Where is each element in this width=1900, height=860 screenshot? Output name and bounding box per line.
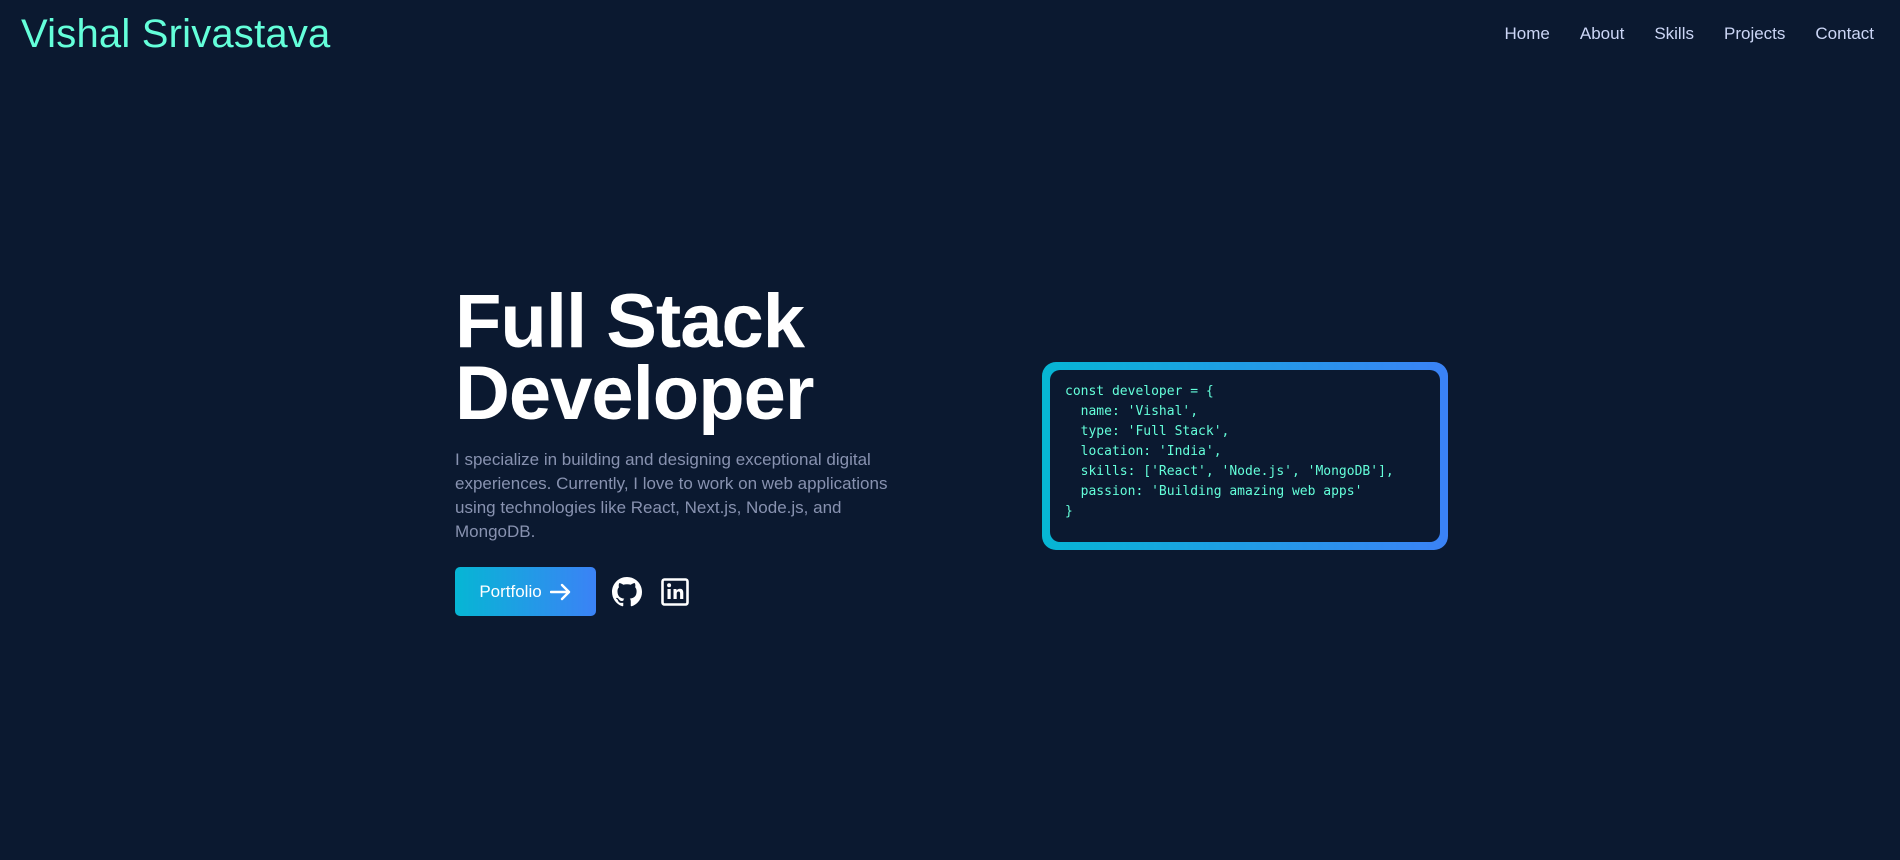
- hero-section: Full Stack Developer I specialize in bui…: [455, 279, 925, 544]
- linkedin-icon: [661, 577, 689, 606]
- code-block: const developer = { name: 'Vishal', type…: [1050, 370, 1440, 542]
- hero-title-line-1: Full Stack: [455, 279, 805, 364]
- linkedin-link[interactable]: [658, 575, 692, 609]
- nav-about[interactable]: About: [1580, 24, 1624, 44]
- code-line: name: 'Vishal',: [1065, 404, 1199, 419]
- main-nav: Home About Skills Projects Contact: [1475, 24, 1874, 44]
- portfolio-button-label: Portfolio: [479, 581, 542, 601]
- code-line: passion: 'Building amazing web apps': [1065, 484, 1363, 499]
- hero-description: I specialize in building and designing e…: [455, 450, 888, 541]
- nav-contact[interactable]: Contact: [1815, 24, 1874, 44]
- code-line: type: 'Full Stack',: [1065, 424, 1230, 439]
- code-line: skills: ['React', 'Node.js', 'MongoDB'],: [1065, 464, 1394, 479]
- arrow-right-icon: [549, 583, 570, 600]
- github-icon: [612, 576, 642, 606]
- portfolio-button[interactable]: Portfolio: [455, 567, 596, 616]
- nav-home[interactable]: Home: [1505, 24, 1550, 44]
- hero-actions: Portfolio: [455, 567, 692, 616]
- hero-title-line-2: Developer: [455, 351, 815, 436]
- github-link[interactable]: [610, 575, 644, 609]
- code-line: }: [1065, 504, 1073, 519]
- code-line: location: 'India',: [1065, 444, 1222, 459]
- page: Vishal Srivastava Home About Skills Proj…: [0, 0, 1900, 860]
- code-card: const developer = { name: 'Vishal', type…: [1042, 362, 1448, 550]
- nav-skills[interactable]: Skills: [1654, 24, 1694, 44]
- code-line: const developer = {: [1065, 384, 1214, 399]
- nav-projects[interactable]: Projects: [1724, 24, 1785, 44]
- hero-title: Full Stack Developer: [455, 279, 925, 436]
- brand-logo[interactable]: Vishal Srivastava: [21, 12, 330, 57]
